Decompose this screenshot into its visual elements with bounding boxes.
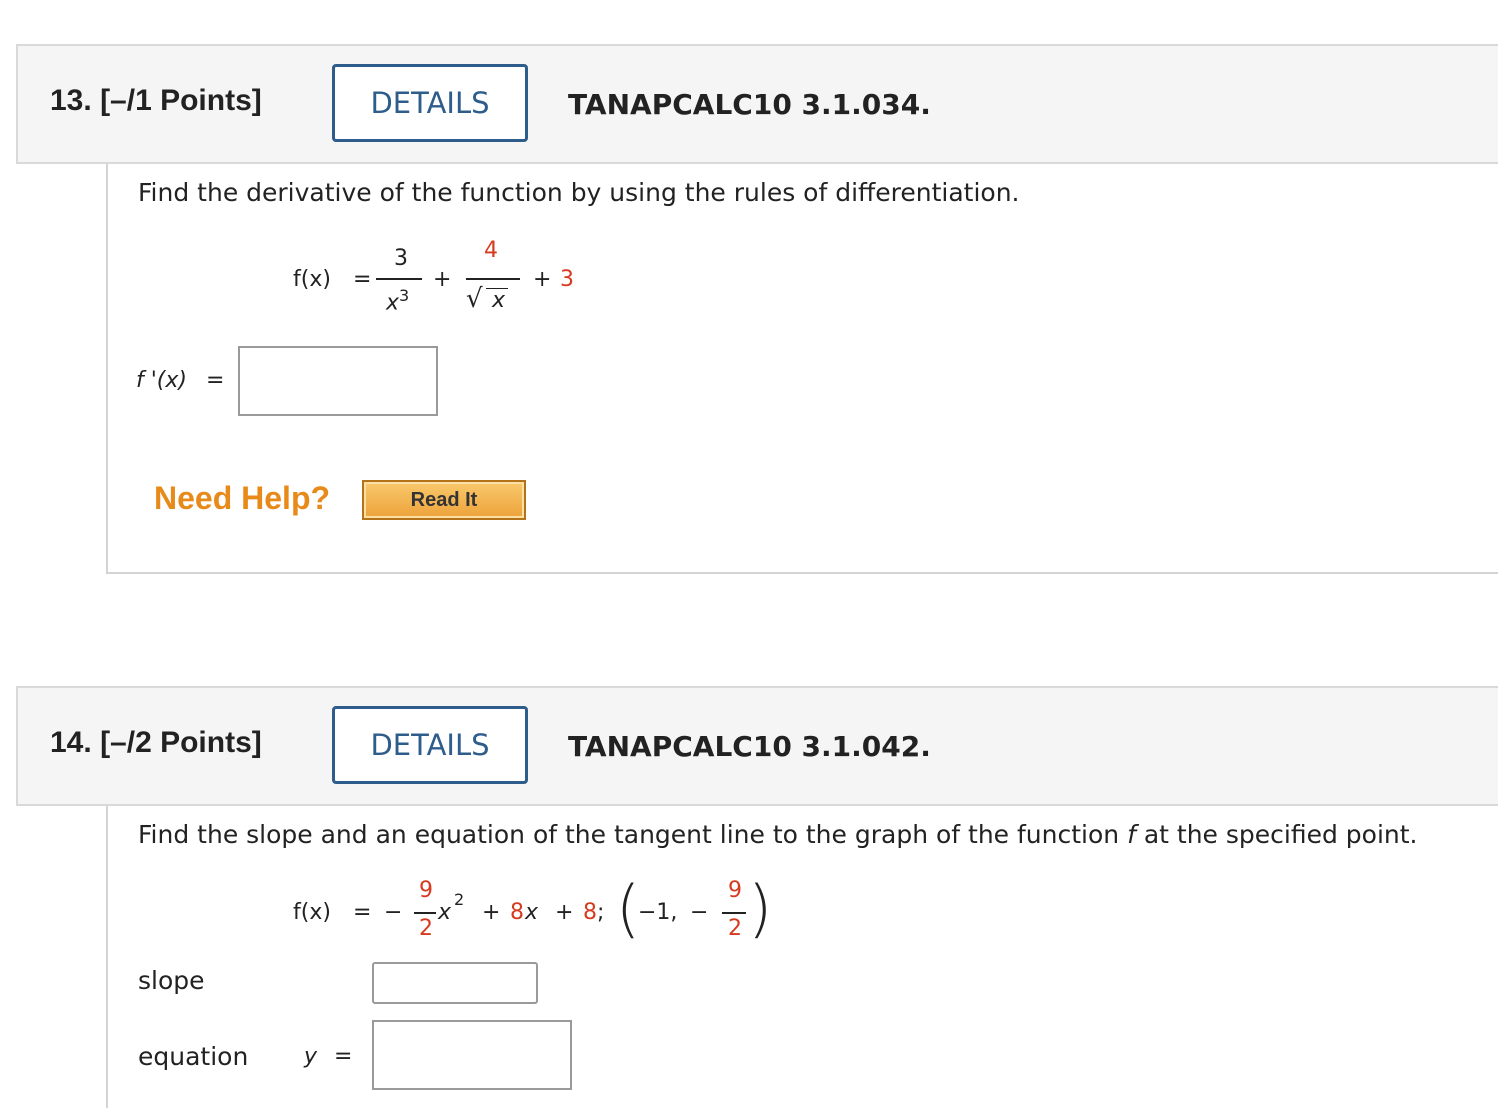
question-number: 13. [50,84,92,117]
fraction-bar [466,278,520,280]
fraction-denominator: x3 [386,286,409,315]
point-minus: − [690,900,709,925]
fraction-bar [414,912,436,914]
denominator-variable: x [386,290,400,316]
fraction-bar [376,278,422,280]
semicolon: ; [597,900,605,925]
coefficient-numerator: 9 [419,878,433,903]
plus-sign: + [482,900,501,925]
derivative-equals: = [206,368,225,393]
point-x: −1, [638,900,678,925]
radical-variable: x [492,288,506,313]
question-13-header: 13. [–/1 Points] DETAILS TANAPCALC10 3.1… [16,44,1498,164]
derivative-label: f '(x) [136,368,187,393]
left-parenthesis: ( [616,872,641,945]
need-help-label: Need Help? [154,480,331,516]
point-y-numerator: 9 [728,878,742,903]
equation-label: equation [138,1042,249,1071]
equals-sign: = [353,900,372,925]
coefficient-denominator: 2 [419,916,433,941]
plus-sign: + [555,900,574,925]
question-13-body: Find the derivative of the function by u… [106,164,1498,574]
function-lhs: f(x) [293,267,331,292]
read-it-button[interactable]: Read It [362,480,526,520]
minus-sign: − [384,900,403,925]
constant-term: 3 [560,267,574,292]
problem-id: TANAPCALC10 3.1.042. [568,730,931,763]
prompt-function-variable: f [1127,820,1136,849]
function-equation: f(x) = − 9 2 x 2 + 8 x + 8 ; ( −1, − 9 2… [108,806,808,946]
derivative-answer-input[interactable] [238,346,438,416]
fraction-bar [722,912,746,914]
constant-term: 8 [583,900,597,925]
question-number: 14. [50,726,92,759]
equation-answer-input[interactable] [372,1020,572,1090]
function-lhs: f(x) [293,900,331,925]
denominator-exponent: 3 [399,286,410,305]
details-button[interactable]: DETAILS [332,64,528,142]
prompt-text-end: at the specified point. [1135,820,1418,849]
fraction-numerator: 3 [394,246,408,271]
slope-label: slope [138,966,205,995]
plus-sign: + [533,267,552,292]
problem-id: TANAPCALC10 3.1.034. [568,88,931,121]
slope-answer-input[interactable] [372,962,538,1004]
variable-x: x [438,900,452,925]
fraction-numerator-red: 4 [484,238,498,263]
function-equation: f(x) = 3 x3 + 4 √ x + 3 [108,164,708,334]
question-points: [–/1 Points] [100,84,262,117]
radical-icon: √ [466,284,483,314]
exponent: 2 [454,890,465,909]
plus-sign: + [433,267,452,292]
details-button[interactable]: DETAILS [332,706,528,784]
point-y-denominator: 2 [728,916,742,941]
variable-x: x [525,900,539,925]
equals-sign: = [353,267,372,292]
linear-coefficient: 8 [510,900,524,925]
question-13-number-points: 13. [–/1 Points] [50,84,262,118]
question-14-number-points: 14. [–/2 Points] [50,726,262,760]
question-points: [–/2 Points] [100,726,262,759]
right-parenthesis: ) [748,872,773,945]
question-14-header: 14. [–/2 Points] DETAILS TANAPCALC10 3.1… [16,686,1498,806]
question-14-body: Find the slope and an equation of the ta… [106,806,1498,1108]
y-label: y [304,1044,318,1069]
y-equals: = [334,1044,353,1069]
